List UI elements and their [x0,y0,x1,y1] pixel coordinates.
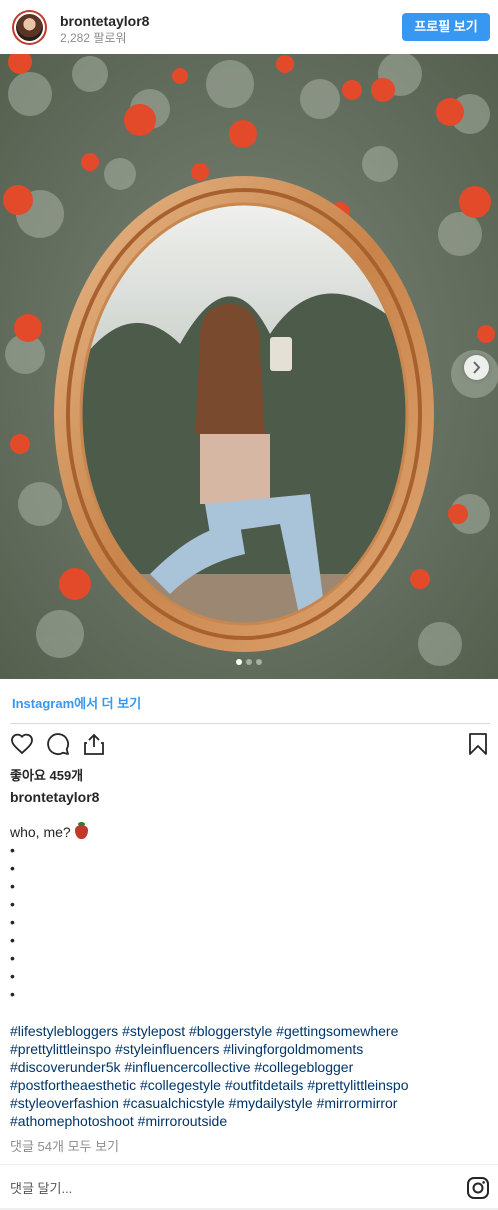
comment-icon [47,733,69,755]
hashtag-link[interactable]: #gettingsomewhere [276,1023,398,1039]
hashtag-link[interactable]: #casualchicstyle [123,1095,225,1111]
hashtag-link[interactable]: #influencercollective [124,1059,250,1075]
carousel-dot [256,659,262,665]
caption-line: • [10,986,15,1002]
hashtag-link[interactable]: #prettylittleinspo [307,1077,408,1093]
hashtag-link[interactable]: #livingforgoldmoments [223,1041,363,1057]
caption-line-text: who, me? [10,824,71,840]
divider [10,723,490,724]
caption-line: • [10,914,15,930]
hashtag-link[interactable]: #mydailystyle [229,1095,313,1111]
heart-icon [11,733,33,755]
next-photo-button[interactable] [464,355,489,380]
hashtag-link[interactable]: #outfitdetails [225,1077,304,1093]
view-profile-button[interactable]: 프로필 보기 [402,13,490,41]
carousel-dot [246,659,252,665]
caption-line: • [10,950,15,966]
caption-line: • [10,968,15,984]
hashtag-link[interactable]: #bloggerstyle [189,1023,272,1039]
caption-text: who, me? • • • • • • • • • [10,822,488,1003]
share-button[interactable] [82,732,106,756]
hashtag-link[interactable]: #athomephotoshoot [10,1113,134,1129]
strawberry-icon [74,822,88,839]
caption-line: • [10,896,15,912]
like-count[interactable]: 좋아요 459개 [10,765,83,784]
hashtag-list: #lifestylebloggers #stylepost #bloggerst… [10,1022,490,1130]
header-username[interactable]: brontetaylor8 [60,13,149,29]
hashtag-link[interactable]: #styleoverfashion [10,1095,119,1111]
share-icon [84,733,104,755]
instagram-icon [467,1177,489,1199]
avatar[interactable] [12,10,47,45]
comment-button[interactable] [46,732,70,756]
follower-count: 2,282 팔로워 [60,31,127,45]
caption-line: • [10,878,15,894]
hashtag-link[interactable]: #collegestyle [140,1077,221,1093]
comment-input[interactable] [10,1178,450,1198]
avatar-image [16,14,43,41]
photo-illustration [0,54,498,679]
caption-username[interactable]: brontetaylor8 [10,789,99,805]
view-on-instagram-link[interactable]: Instagram에서 더 보기 [12,693,141,712]
post-header: brontetaylor8 2,282 팔로워 프로필 보기 [0,0,498,54]
chevron-right-icon [473,361,481,374]
carousel-dots [0,659,498,665]
caption-line: who, me? [10,822,488,841]
view-all-comments-link[interactable]: 댓글 54개 모두 보기 [10,1136,119,1155]
avatar-ring [14,12,45,43]
post-photo[interactable] [0,54,498,679]
hashtag-link[interactable]: #postfortheaesthetic [10,1077,136,1093]
hashtag-link[interactable]: #mirrormirror [317,1095,398,1111]
like-button[interactable] [10,732,34,756]
carousel-dot [236,659,242,665]
save-button[interactable] [466,732,490,756]
caption-line: • [10,860,15,876]
hashtag-link[interactable]: #collegeblogger [254,1059,353,1075]
divider [0,1164,498,1165]
hashtag-link[interactable]: #discoverunder5k [10,1059,121,1075]
hashtag-link[interactable]: #prettylittleinspo [10,1041,111,1057]
bookmark-icon [469,733,487,755]
caption-line: • [10,932,15,948]
instagram-logo-button[interactable] [466,1176,490,1200]
hashtag-link[interactable]: #stylepost [122,1023,185,1039]
hashtag-link[interactable]: #lifestylebloggers [10,1023,118,1039]
caption-line: • [10,842,15,858]
hashtag-link[interactable]: #mirroroutside [138,1113,227,1129]
hashtag-link[interactable]: #styleinfluencers [115,1041,219,1057]
